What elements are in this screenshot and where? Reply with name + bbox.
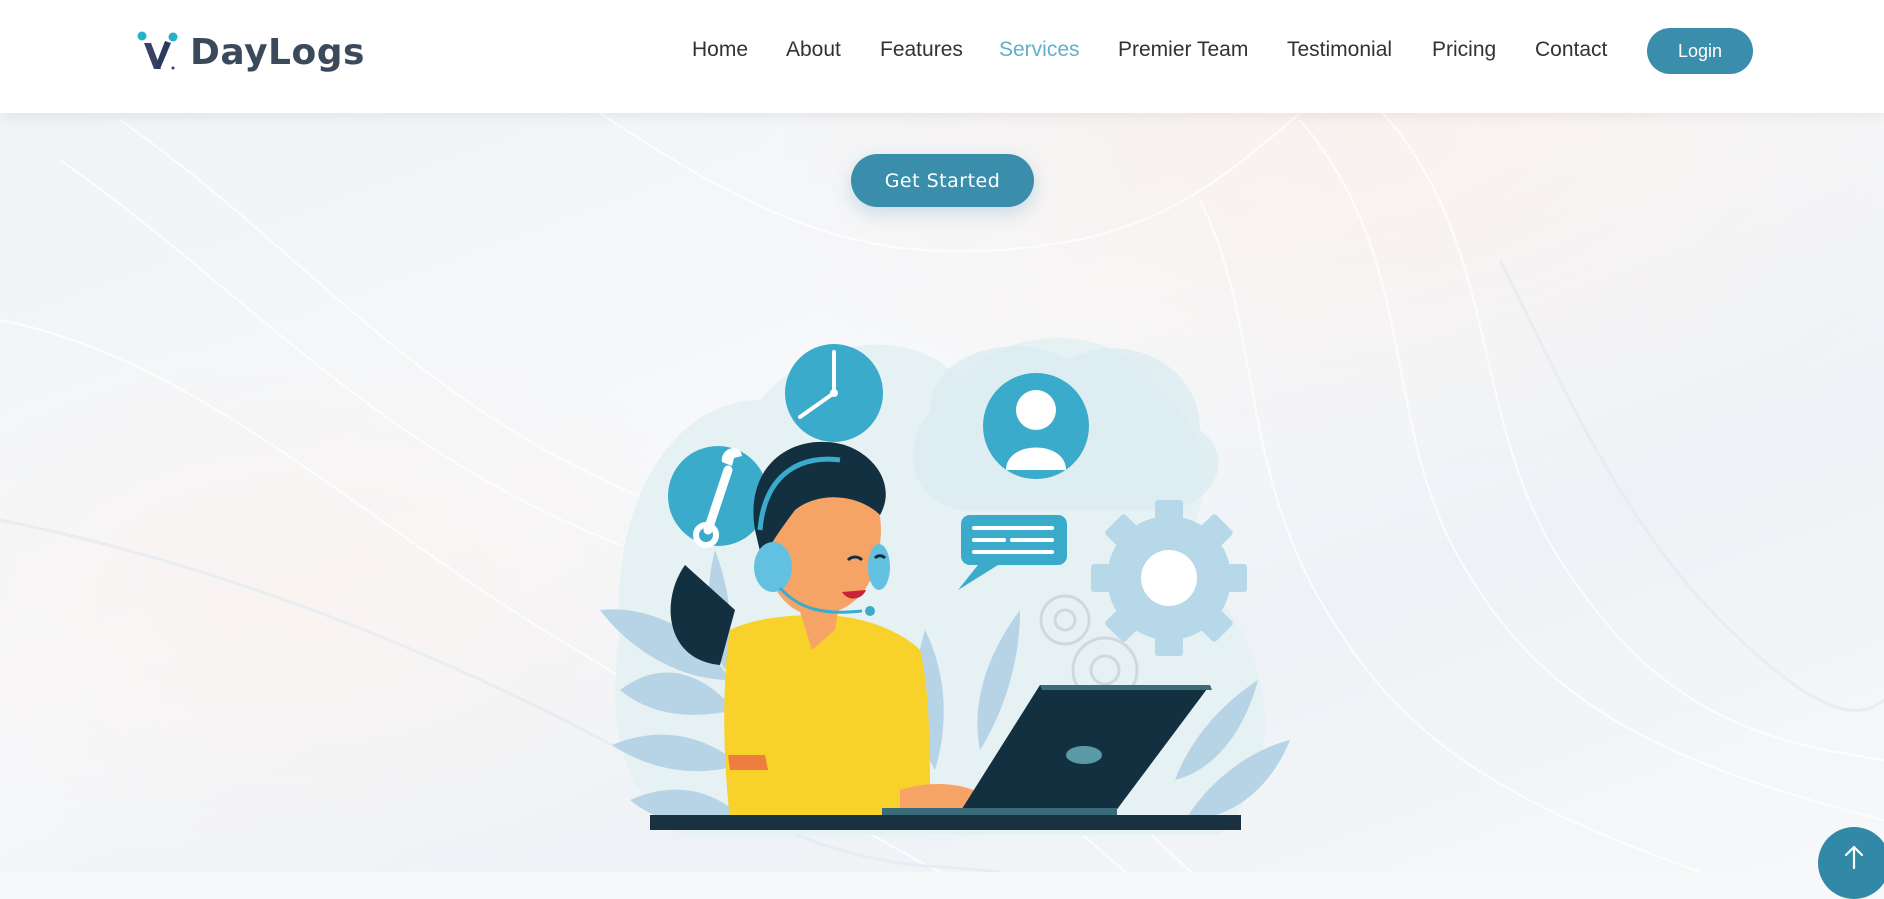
- brand-logo[interactable]: DayLogs: [136, 30, 365, 74]
- nav-about[interactable]: About: [786, 38, 841, 62]
- clock-icon: [785, 344, 883, 442]
- nav-services[interactable]: Services: [999, 38, 1080, 62]
- scroll-to-top-button[interactable]: [1818, 827, 1884, 899]
- desk: [650, 815, 1241, 830]
- daylogs-logo-icon: [137, 31, 178, 70]
- top-navbar: DayLogs Home About Features Services Pre…: [0, 0, 1884, 113]
- nav-home[interactable]: Home: [692, 38, 748, 62]
- nav-contact[interactable]: Contact: [1535, 38, 1607, 62]
- user-profile-icon: [983, 373, 1089, 479]
- arrow-up-icon: [1844, 845, 1864, 870]
- brand-name: DayLogs: [190, 31, 365, 73]
- nav-features[interactable]: Features: [880, 38, 963, 62]
- get-started-button[interactable]: Get Started: [851, 154, 1034, 207]
- nav-pricing[interactable]: Pricing: [1432, 38, 1496, 62]
- login-button[interactable]: Login: [1647, 28, 1753, 74]
- nav-testimonial[interactable]: Testimonial: [1287, 38, 1392, 62]
- customer-support-illustration: [600, 338, 1290, 835]
- nav-premier-team[interactable]: Premier Team: [1118, 38, 1248, 62]
